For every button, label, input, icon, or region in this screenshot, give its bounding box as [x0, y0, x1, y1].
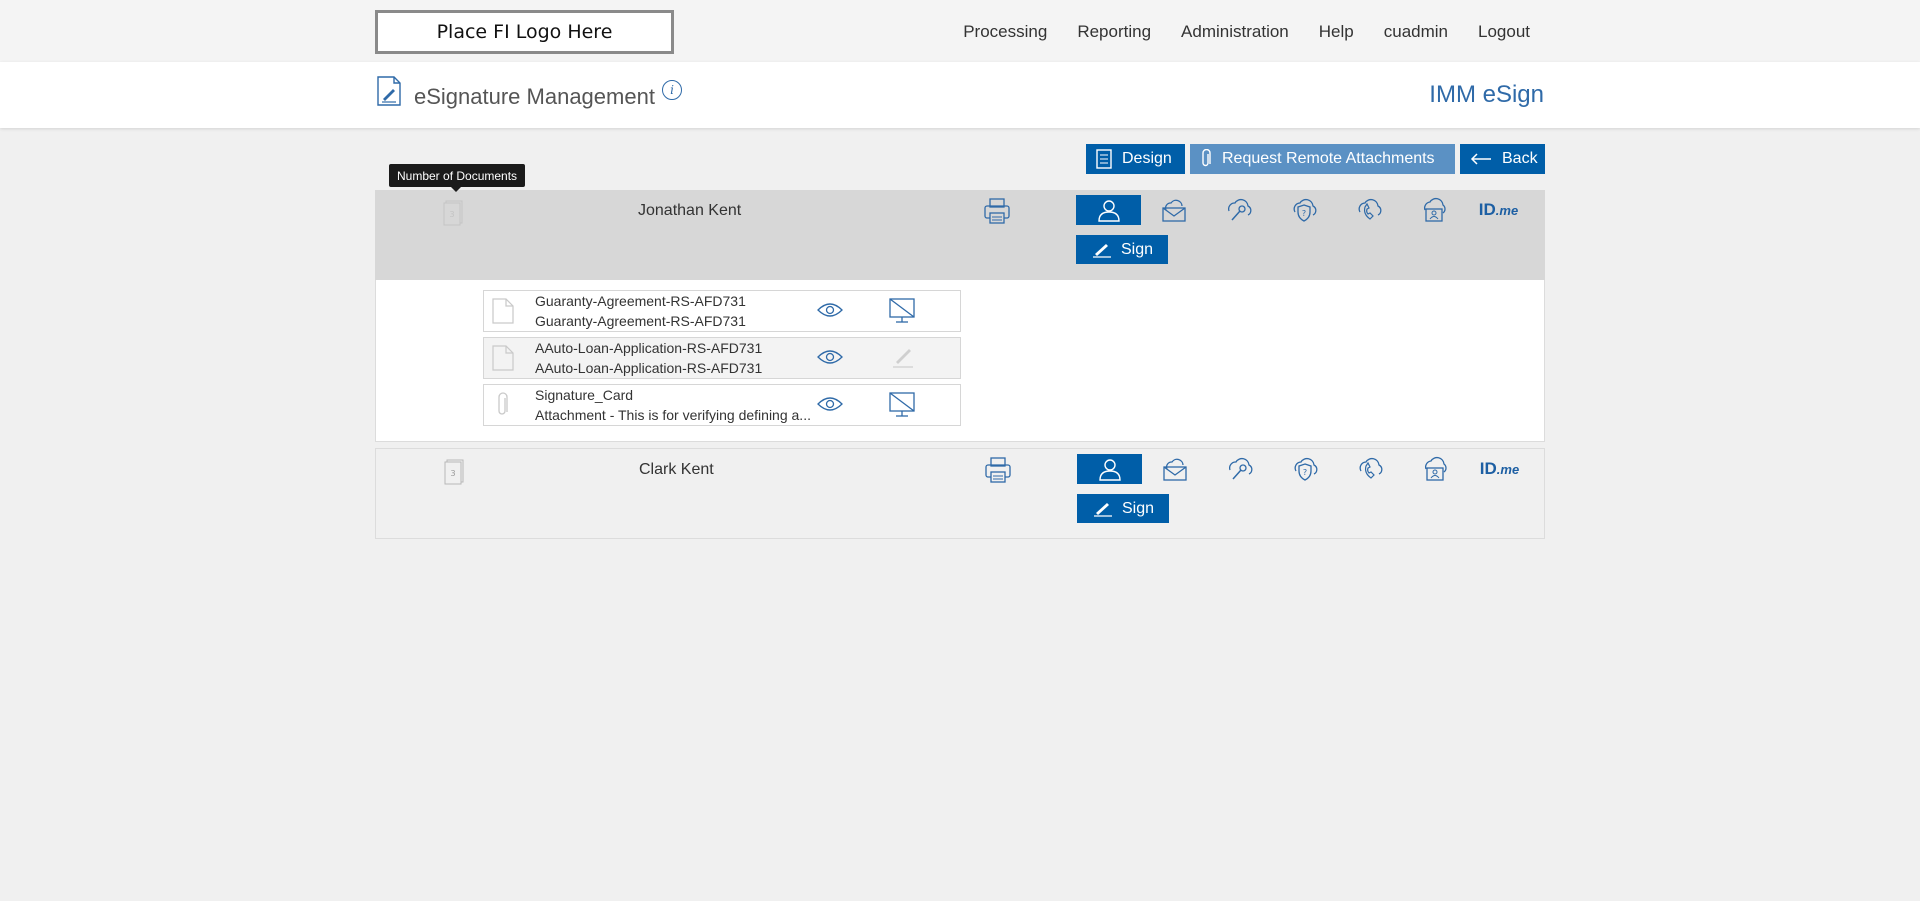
svg-text:3: 3: [450, 469, 455, 478]
cloud-id-card-icon: [1423, 197, 1446, 222]
document-row[interactable]: AAuto-Loan-Application-RS-AFD731 AAuto-L…: [483, 337, 961, 379]
document-count-icon[interactable]: 3: [443, 200, 463, 226]
auth-method-group: ? ID.me: [1076, 195, 1531, 225]
eye-icon[interactable]: [817, 302, 843, 318]
in-person-auth-button[interactable]: [1077, 454, 1142, 484]
cloud-key-icon: [1228, 457, 1252, 480]
paperclip-icon: [498, 392, 508, 415]
printer-icon[interactable]: [983, 455, 1013, 485]
sign-label: Sign: [1121, 499, 1155, 517]
top-bar: Place FI Logo Here Processing Reporting …: [0, 0, 1920, 62]
signer-row: 3 Clark Kent ? ID.me Sign: [375, 448, 1545, 539]
no-signature-monitor-icon[interactable]: [888, 297, 916, 325]
document-name: Signature_Card: [535, 387, 634, 403]
cloud-shield-question-icon: ?: [1294, 457, 1317, 481]
info-icon[interactable]: i: [662, 80, 682, 100]
idme-auth-button[interactable]: ID.me: [1467, 454, 1532, 484]
key-auth-button[interactable]: [1207, 454, 1272, 484]
id-verify-auth-button[interactable]: [1402, 454, 1467, 484]
nav-processing[interactable]: Processing: [963, 22, 1047, 42]
idme-logo: ID.me: [1479, 459, 1520, 478]
sign-label: Sign: [1120, 240, 1154, 258]
document-list-panel: Guaranty-Agreement-RS-AFD731 Guaranty-Ag…: [375, 280, 1545, 442]
design-button[interactable]: Design: [1086, 144, 1185, 174]
cloud-phone-icon: [1358, 198, 1381, 220]
signature-pen-icon[interactable]: [888, 344, 916, 372]
cloud-email-icon: [1162, 458, 1187, 481]
cloud-phone-icon: [1359, 457, 1382, 479]
email-auth-button[interactable]: [1141, 195, 1206, 225]
pen-icon: [1093, 502, 1112, 517]
auth-method-group: ? ID.me: [1077, 454, 1532, 484]
svg-text:?: ?: [1302, 468, 1306, 477]
sign-button[interactable]: Sign: [1077, 494, 1169, 523]
in-person-auth-button[interactable]: [1076, 195, 1141, 225]
request-remote-attachments-button[interactable]: Request Remote Attachments: [1190, 144, 1455, 174]
eye-icon[interactable]: [817, 396, 843, 412]
arrow-left-icon: [1470, 153, 1492, 165]
idme-logo: ID.me: [1478, 200, 1519, 219]
cloud-email-icon: [1161, 199, 1186, 222]
signer-name: Jonathan Kent: [638, 202, 742, 219]
phone-auth-button[interactable]: [1337, 454, 1402, 484]
design-icon: [1096, 149, 1112, 169]
idme-auth-button[interactable]: ID.me: [1466, 195, 1531, 225]
page-header: eSignature Management i IMM eSign: [0, 62, 1920, 128]
paperclip-icon: [1200, 149, 1212, 169]
back-button[interactable]: Back: [1460, 144, 1545, 174]
document-row[interactable]: Guaranty-Agreement-RS-AFD731 Guaranty-Ag…: [483, 290, 961, 332]
pen-icon: [1092, 243, 1111, 258]
document-count-icon[interactable]: 3: [444, 459, 464, 485]
document-name: Guaranty-Agreement-RS-AFD731: [535, 293, 746, 309]
document-row[interactable]: Signature_Card Attachment - This is for …: [483, 384, 961, 426]
file-icon: [492, 345, 514, 371]
security-question-auth-button[interactable]: ?: [1271, 195, 1336, 225]
design-label: Design: [1122, 150, 1172, 167]
logo-placeholder: Place FI Logo Here: [375, 10, 674, 54]
document-sign-icon: [377, 76, 401, 106]
cloud-shield-question-icon: ?: [1293, 198, 1316, 222]
security-question-auth-button[interactable]: ?: [1272, 454, 1337, 484]
person-icon: [1098, 459, 1121, 481]
file-icon: [492, 298, 514, 324]
no-signature-monitor-icon[interactable]: [888, 391, 916, 419]
nav-logout[interactable]: Logout: [1478, 22, 1530, 42]
document-description: Attachment - This is for verifying defin…: [535, 407, 811, 423]
person-icon: [1097, 200, 1120, 222]
document-count-tooltip: Number of Documents: [389, 164, 526, 192]
printer-icon[interactable]: [982, 196, 1012, 226]
top-nav: Processing Reporting Administration Help…: [933, 22, 1530, 42]
svg-text:?: ?: [1301, 209, 1305, 218]
back-label: Back: [1502, 150, 1538, 167]
nav-user[interactable]: cuadmin: [1384, 22, 1448, 42]
eye-icon[interactable]: [817, 349, 843, 365]
cloud-id-card-icon: [1424, 456, 1447, 481]
nav-help[interactable]: Help: [1319, 22, 1354, 42]
key-auth-button[interactable]: [1206, 195, 1271, 225]
document-description: AAuto-Loan-Application-RS-AFD731: [535, 360, 763, 376]
sign-button[interactable]: Sign: [1076, 235, 1168, 264]
request-attachments-label: Request Remote Attachments: [1222, 150, 1435, 167]
cloud-key-icon: [1227, 198, 1251, 221]
document-description: Guaranty-Agreement-RS-AFD731: [535, 313, 746, 329]
id-verify-auth-button[interactable]: [1401, 195, 1466, 225]
brand-title: IMM eSign: [1429, 81, 1544, 108]
svg-text:3: 3: [449, 210, 454, 219]
signer-name: Clark Kent: [639, 461, 714, 478]
page-title: eSignature Management: [414, 84, 655, 109]
nav-reporting[interactable]: Reporting: [1077, 22, 1151, 42]
email-auth-button[interactable]: [1142, 454, 1207, 484]
signer-row: 3 Jonathan Kent ? ID.me Sign: [375, 190, 1545, 280]
document-name: AAuto-Loan-Application-RS-AFD731: [535, 340, 763, 356]
phone-auth-button[interactable]: [1336, 195, 1401, 225]
nav-administration[interactable]: Administration: [1181, 22, 1289, 42]
